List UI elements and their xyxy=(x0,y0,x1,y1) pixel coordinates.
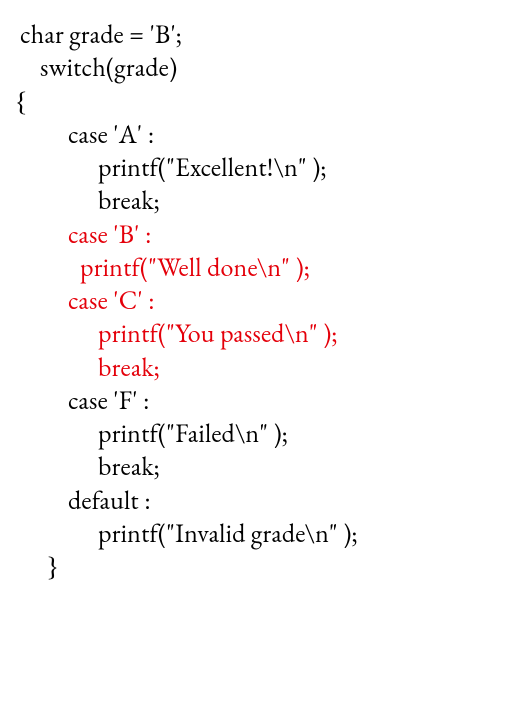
code-line-1: char grade = 'B'; xyxy=(8,18,508,51)
code-line-10: printf("You passed\n" ); xyxy=(8,317,508,350)
code-line-9: case 'C' : xyxy=(8,284,508,317)
code-line-11: break; xyxy=(8,351,508,384)
code-line-16: printf("Invalid grade\n" ); xyxy=(8,517,508,550)
code-line-13: printf("Failed\n" ); xyxy=(8,417,508,450)
code-block: char grade = 'B'; switch(grade) { case '… xyxy=(0,0,516,584)
code-line-7: case 'B' : xyxy=(8,218,508,251)
code-line-17: } xyxy=(8,550,508,583)
code-line-8: printf("Well done\n" ); xyxy=(8,251,508,284)
code-line-12: case 'F' : xyxy=(8,384,508,417)
code-line-5: printf("Excellent!\n" ); xyxy=(8,151,508,184)
code-line-14: break; xyxy=(8,450,508,483)
code-line-2: switch(grade) xyxy=(8,51,508,84)
code-line-6: break; xyxy=(8,184,508,217)
code-line-3: { xyxy=(8,85,508,118)
code-line-15: default : xyxy=(8,484,508,517)
code-line-4: case 'A' : xyxy=(8,118,508,151)
